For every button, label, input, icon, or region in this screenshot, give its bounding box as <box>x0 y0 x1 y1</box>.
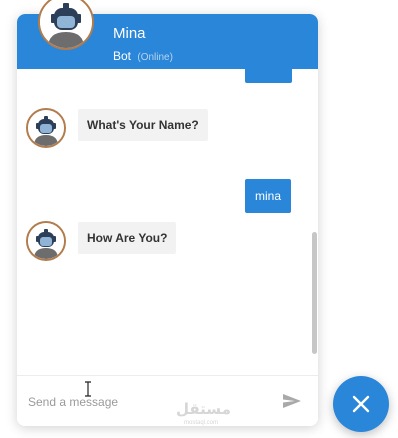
composer-bar <box>17 375 318 426</box>
online-status: (Online) <box>137 52 173 63</box>
watermark-url: mostaql.com <box>184 420 219 426</box>
close-icon <box>352 395 370 413</box>
bot-name: Mina <box>113 25 146 42</box>
chat-window: Mina Bot (Online) What's Your Name? mina… <box>17 14 318 426</box>
bot-message: What's Your Name? <box>78 109 208 141</box>
bot-status: Bot (Online) <box>113 49 173 63</box>
text-cursor-icon <box>85 381 91 397</box>
watermark-logo: مستقل <box>176 401 231 418</box>
close-chat-button[interactable] <box>333 376 389 432</box>
bot-role: Bot <box>113 49 132 63</box>
chat-widget-stage: Mina Bot (Online) What's Your Name? mina… <box>0 0 398 438</box>
bot-message: How Are You? <box>78 222 177 254</box>
robot-avatar-icon <box>26 221 66 261</box>
robot-avatar-icon <box>26 108 66 148</box>
message-scrollbar[interactable] <box>312 232 317 354</box>
user-message: mina <box>245 179 292 213</box>
message-input[interactable] <box>26 390 270 414</box>
message-list[interactable]: What's Your Name? mina How Are You? <box>17 69 318 375</box>
send-button[interactable] <box>279 388 305 414</box>
send-icon <box>283 394 301 408</box>
user-message-partial <box>245 69 292 83</box>
